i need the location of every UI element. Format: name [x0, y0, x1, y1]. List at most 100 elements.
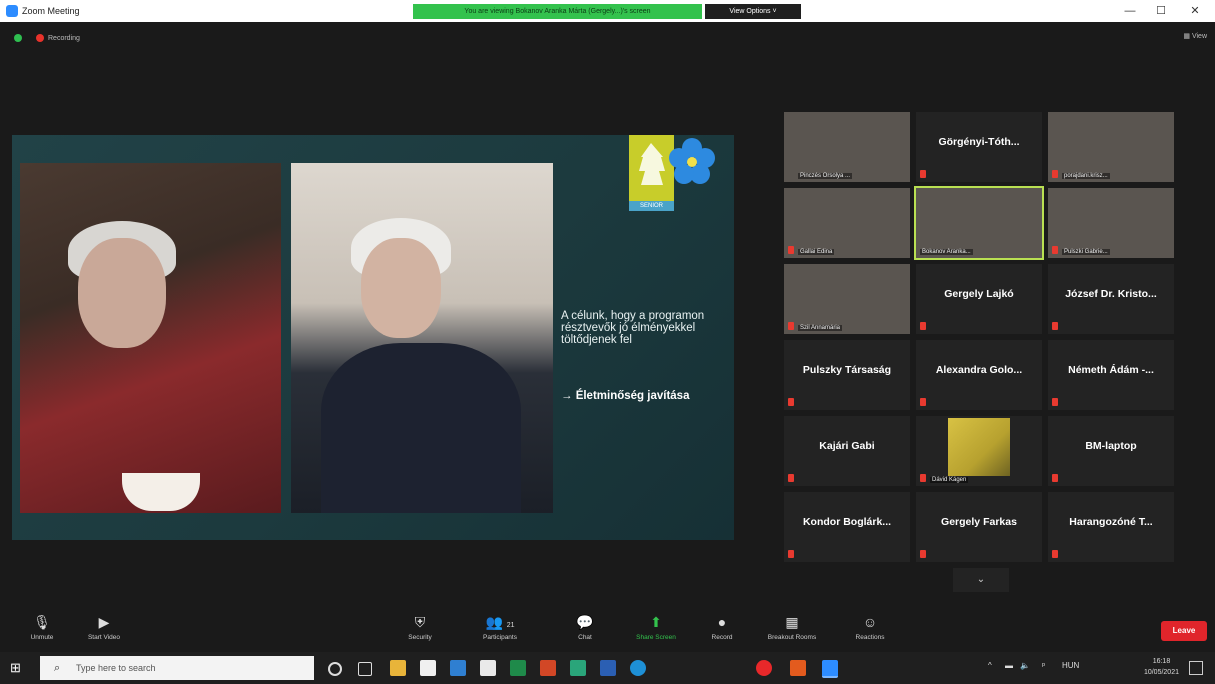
- task-view-icon[interactable]: [358, 662, 372, 676]
- forget-me-not-icon: [669, 138, 715, 184]
- muted-mic-icon: [788, 322, 794, 330]
- participant-tile[interactable]: Németh Ádám -...: [1048, 340, 1174, 410]
- start-video-button[interactable]: ▶ Start Video: [74, 614, 134, 641]
- participant-tile[interactable]: Szil Annamária: [784, 264, 910, 334]
- participant-tile[interactable]: Harangozóné T...: [1048, 492, 1174, 562]
- notification-center-icon[interactable]: [1189, 661, 1203, 675]
- participant-tile[interactable]: Kondor Boglárk...: [784, 492, 910, 562]
- breakout-rooms-button[interactable]: ▦ Breakout Rooms: [762, 614, 822, 641]
- search-icon: ⌕: [54, 662, 61, 674]
- file-explorer-icon[interactable]: [390, 660, 406, 676]
- unmute-button[interactable]: 🎙 Unmute: [12, 614, 72, 641]
- recording-indicator: Recording: [14, 34, 80, 42]
- office-icon[interactable]: [790, 660, 806, 676]
- muted-mic-icon: [1052, 170, 1058, 178]
- reactions-icon: ☺: [862, 614, 878, 630]
- breakout-rooms-icon: ▦: [785, 614, 799, 630]
- minimize-button[interactable]: —: [1115, 2, 1145, 20]
- participant-tile[interactable]: Pulszki Gabrie...: [1048, 188, 1174, 258]
- zoom-taskbar-icon[interactable]: [822, 660, 838, 678]
- muted-mic-icon: [920, 170, 926, 178]
- participant-tile[interactable]: Pulszky Társaság: [784, 340, 910, 410]
- participant-tile[interactable]: Kajári Gabi: [784, 416, 910, 486]
- participant-tile[interactable]: Görgényi-Tóth...: [916, 112, 1042, 182]
- zoom-app-icon: [6, 5, 18, 17]
- slide-text: A célunk, hogy a programon résztvevők jó…: [561, 310, 705, 346]
- recording-label: Recording: [48, 34, 80, 42]
- participant-tile-active-speaker[interactable]: Bokanov Aranka...: [914, 186, 1044, 260]
- document-icon[interactable]: [480, 660, 496, 676]
- network-icon[interactable]: ▬: [1005, 661, 1013, 670]
- mail-icon[interactable]: [450, 660, 466, 676]
- view-options-button[interactable]: View Options ˅: [705, 4, 801, 19]
- excel-icon[interactable]: [510, 660, 526, 676]
- muted-mic-icon: [1052, 550, 1058, 558]
- participants-button[interactable]: 👥 21 Participants: [470, 614, 530, 641]
- participant-tile[interactable]: Dávid Kágen: [916, 416, 1042, 486]
- participants-icon: 👥 21: [485, 614, 515, 630]
- project-icon[interactable]: [570, 660, 586, 676]
- shield-icon: ⛨: [414, 614, 426, 630]
- share-screen-button[interactable]: ⬆ Share Screen: [626, 614, 686, 641]
- taskbar-search-input[interactable]: ⌕ Type here to search: [40, 656, 314, 680]
- recording-dot-icon: [36, 34, 44, 42]
- edge-icon[interactable]: [630, 660, 646, 676]
- window-title: Zoom Meeting: [22, 6, 80, 16]
- opera-icon[interactable]: [756, 660, 772, 676]
- tray-chevron-icon[interactable]: ^: [988, 661, 992, 670]
- participant-tile[interactable]: Pinczés Orsolya ...: [784, 112, 910, 182]
- powerpoint-icon[interactable]: [540, 660, 556, 676]
- ime-icon[interactable]: ᵖ: [1042, 661, 1045, 670]
- close-button[interactable]: ✕: [1180, 2, 1210, 20]
- view-button[interactable]: ▦ View: [1183, 32, 1207, 40]
- shared-screen-slide: SENIOR A célunk, hogy a programon résztv…: [12, 135, 734, 540]
- chat-button[interactable]: 💬 Chat: [555, 614, 615, 641]
- security-button[interactable]: ⛨ Security: [390, 614, 450, 641]
- windows-start-icon[interactable]: ⊞: [10, 661, 24, 675]
- volume-icon[interactable]: 🔈: [1020, 661, 1030, 670]
- muted-mic-icon: [1052, 398, 1058, 406]
- reactions-button[interactable]: ☺ Reactions: [840, 614, 900, 641]
- muted-mic-icon: [920, 398, 926, 406]
- next-page-button[interactable]: ⌄: [953, 568, 1009, 592]
- participant-tile[interactable]: porajdani.krisz...: [1048, 112, 1174, 182]
- participant-tile[interactable]: József Dr. Kristo...: [1048, 264, 1174, 334]
- meeting-toolbar: 🎙 Unmute ▶ Start Video ⛨ Security 👥 21 Parti…: [0, 612, 1215, 652]
- leave-button[interactable]: Leave: [1161, 621, 1207, 641]
- mic-muted-icon: 🎙: [33, 614, 51, 630]
- muted-mic-icon: [788, 246, 794, 254]
- store-icon[interactable]: [420, 660, 436, 676]
- windows-taskbar: ⊞ ⌕ Type here to search ^ ▬ 🔈 ᵖ HUN 16:1…: [0, 652, 1215, 684]
- slide-goal: → Életminőség javítása: [561, 390, 690, 402]
- record-button[interactable]: ● Record: [692, 614, 752, 641]
- muted-mic-icon: [788, 398, 794, 406]
- taskbar-clock[interactable]: 16:18 10/05/2021: [1144, 656, 1179, 678]
- shield-icon[interactable]: [14, 34, 22, 42]
- grid-icon: ▦: [1183, 33, 1192, 40]
- screen-share-banner: You are viewing Bokanov Aranka Márta (Ge…: [413, 4, 702, 19]
- record-icon: ●: [717, 614, 727, 630]
- window-titlebar: Zoom Meeting You are viewing Bokanov Ara…: [0, 0, 1215, 22]
- muted-mic-icon: [1052, 322, 1058, 330]
- view-label: View: [1191, 33, 1207, 40]
- participant-tile[interactable]: BM-laptop: [1048, 416, 1174, 486]
- slide-photo-left: [20, 163, 281, 513]
- share-screen-icon: ⬆: [650, 614, 662, 630]
- muted-mic-icon: [920, 322, 926, 330]
- maximize-button[interactable]: ☐: [1146, 2, 1176, 20]
- language-indicator[interactable]: HUN: [1062, 661, 1079, 670]
- muted-mic-icon: [920, 550, 926, 558]
- muted-mic-icon: [788, 474, 794, 482]
- video-off-icon: ▶: [98, 614, 110, 630]
- muted-mic-icon: [1052, 246, 1058, 254]
- slide-photo-right: [291, 163, 553, 513]
- muted-mic-icon: [920, 474, 926, 482]
- participant-tile[interactable]: Gallai Edina: [784, 188, 910, 258]
- muted-mic-icon: [1052, 474, 1058, 482]
- participant-video: [948, 418, 1010, 476]
- participant-tile[interactable]: Gergely Lajkó: [916, 264, 1042, 334]
- word-icon[interactable]: [600, 660, 616, 676]
- cortana-icon[interactable]: [328, 662, 342, 676]
- participant-tile[interactable]: Alexandra Golo...: [916, 340, 1042, 410]
- participant-tile[interactable]: Gergely Farkas: [916, 492, 1042, 562]
